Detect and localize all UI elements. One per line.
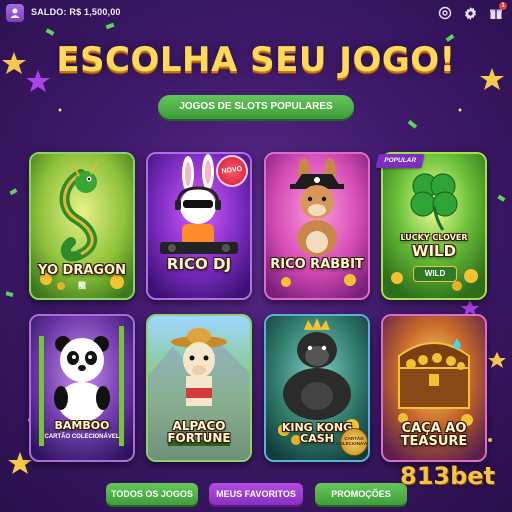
game-title: CAÇA AO TEASURE	[400, 421, 468, 449]
game-card-caca-ao-teasure[interactable]: CAÇA AO TEASURE	[381, 314, 487, 462]
settings-outline-icon	[438, 6, 452, 20]
collectible-tag: CARTÃO COLECIONÁVEL	[336, 436, 370, 446]
page-title: ESCOLHA SEU JOGO!	[56, 40, 456, 80]
collectible-seal: CARTÃO COLECIONÁVEL	[336, 428, 368, 456]
game-title: YO DRAGON	[38, 263, 126, 278]
promotions-button[interactable]: PROMOÇÕES	[315, 483, 407, 505]
pirate-rabbit-art	[266, 154, 368, 298]
game-subtitle: 龍	[78, 281, 86, 290]
popular-badge: POPULAR	[375, 154, 425, 168]
gear-icon	[464, 6, 476, 20]
section-label: JOGOS DE SLOTS POPULARES	[158, 95, 354, 119]
game-title: BAMBOO	[54, 419, 110, 432]
collectible-tag: CARTÃO COLECIONÁVEL	[44, 434, 120, 440]
game-title: ALPACO FORTUNE	[167, 419, 231, 445]
game-card-rico-rabbit[interactable]: RICO RABBIT	[264, 152, 370, 300]
balance-text: SALDO: R$ 1,500,00	[31, 7, 121, 17]
gear-button[interactable]	[462, 5, 478, 21]
user-avatar[interactable]	[6, 4, 24, 22]
game-title: RICO RABBIT	[270, 257, 364, 272]
game-card-yo-dragon[interactable]: YO DRAGON 龍	[29, 152, 135, 300]
game-title: RICO DJ	[166, 255, 232, 273]
game-title-small: LUCKY CLOVER	[400, 233, 468, 242]
wild-tag: WILD	[413, 266, 457, 282]
game-card-bamboo[interactable]: BAMBOO CARTÃO COLECIONÁVEL	[29, 314, 135, 462]
game-card-alpaco-fortune[interactable]: ALPACO FORTUNE	[146, 314, 252, 462]
game-title: WILD	[411, 242, 457, 260]
user-icon	[10, 8, 20, 18]
brand-watermark: 813bet	[400, 462, 496, 490]
notification-badge: 1	[499, 2, 507, 10]
gift-button[interactable]: 1	[488, 2, 507, 21]
top-bar: SALDO: R$ 1,500,00 1	[0, 0, 512, 26]
settings-button[interactable]	[437, 5, 453, 21]
favorites-button[interactable]: MEUS FAVORITOS	[209, 483, 303, 505]
all-games-button[interactable]: TODOS OS JOGOS	[106, 483, 198, 505]
game-card-lucky-clover-wild[interactable]: LUCKY CLOVER WILD WILD	[381, 152, 487, 300]
game-card-king-kong-cash[interactable]: KING KONG CASH CARTÃO COLECIONÁVEL	[264, 314, 370, 462]
